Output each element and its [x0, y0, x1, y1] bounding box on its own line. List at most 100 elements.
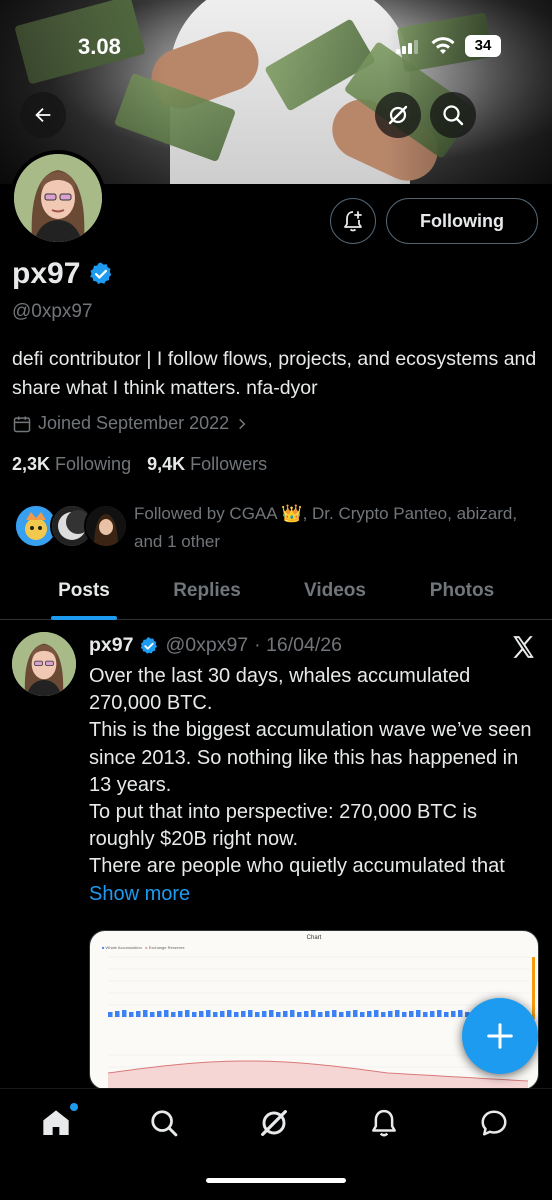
chart-bar — [234, 1012, 239, 1017]
verified-badge-icon[interactable] — [88, 261, 114, 287]
battery-indicator: 34 — [465, 35, 501, 57]
follower-avatar — [84, 504, 128, 548]
followers-count: 9,4K — [147, 454, 186, 474]
chart-bar — [374, 1010, 379, 1017]
chart-bar — [458, 1010, 463, 1017]
search-icon — [151, 1110, 178, 1137]
following-button[interactable]: Following — [386, 198, 538, 244]
nav-messages[interactable] — [474, 1103, 514, 1143]
chart-bar — [395, 1010, 400, 1017]
chart-bar — [164, 1010, 169, 1017]
verified-badge-icon — [141, 636, 158, 654]
back-button[interactable] — [20, 92, 66, 138]
post-header: px97 @0xpx97 · 16/04/26 — [89, 634, 342, 657]
chart-bar — [192, 1012, 197, 1017]
bell-icon — [372, 1109, 396, 1137]
nav-search[interactable] — [144, 1103, 184, 1143]
follow-stats: 2,3K Following 9,4K Followers — [12, 454, 267, 475]
chart-bar — [150, 1012, 155, 1017]
chart-bar — [451, 1011, 456, 1017]
chart-bar — [157, 1011, 162, 1017]
grok-button[interactable] — [375, 92, 421, 138]
post-author-name[interactable]: px97 — [89, 634, 133, 657]
chart-bar — [367, 1011, 372, 1017]
chart-bar — [185, 1010, 190, 1017]
arrow-left-icon — [35, 107, 51, 123]
joined-date-row[interactable]: Joined September 2022 — [12, 413, 249, 434]
calendar-icon — [13, 416, 31, 432]
chart-bar — [423, 1012, 428, 1017]
chart-bar — [304, 1011, 309, 1017]
profile-bio: defi contributor | I follow flows, proje… — [12, 348, 537, 399]
post-line: This is the biggest accumulation wave we… — [89, 719, 532, 796]
chart-bar — [115, 1011, 120, 1017]
chart-bar — [108, 1012, 113, 1017]
chart-bar — [283, 1011, 288, 1017]
avatar-illustration — [14, 154, 102, 242]
chart-bar — [360, 1012, 365, 1017]
chart-bar — [136, 1011, 141, 1017]
following-label: Following — [55, 454, 132, 474]
search-icon — [443, 105, 464, 126]
chart-bar — [290, 1010, 295, 1017]
following-stat[interactable]: 2,3K Following — [12, 454, 131, 475]
chart-bar — [262, 1011, 267, 1017]
search-button[interactable] — [430, 92, 476, 138]
tab-photos[interactable]: Photos — [416, 568, 508, 620]
x-logo-icon[interactable] — [510, 634, 536, 660]
grok-icon — [261, 1110, 287, 1136]
profile-avatar[interactable] — [10, 150, 106, 246]
chart-bar — [332, 1010, 337, 1017]
notifications-subscribe-button[interactable] — [330, 198, 376, 244]
nav-notifications[interactable] — [364, 1103, 404, 1143]
chart-bar — [381, 1012, 386, 1017]
bell-plus-icon — [344, 211, 362, 232]
show-more-link[interactable]: Show more — [89, 883, 190, 905]
chat-bubble-icon — [481, 1110, 507, 1136]
post-author-avatar[interactable] — [12, 632, 76, 696]
chart-bar — [171, 1012, 176, 1017]
compose-button[interactable] — [462, 998, 538, 1074]
followed-by-row[interactable]: Followed by CGAA 👑, Dr. Crypto Panteo, a… — [12, 500, 542, 552]
chart-bar — [297, 1012, 302, 1017]
nav-grok[interactable] — [254, 1103, 294, 1143]
tab-replies[interactable]: Replies — [160, 568, 254, 620]
chart-bar — [227, 1010, 232, 1017]
followed-by-text: Followed by CGAA 👑, Dr. Crypto Panteo, a… — [134, 504, 518, 551]
tab-videos[interactable]: Videos — [290, 568, 380, 620]
chart-bar — [346, 1011, 351, 1017]
profile-tabs: Posts Replies Videos Photos — [0, 568, 552, 620]
chart-bar — [437, 1010, 442, 1017]
followers-label: Followers — [190, 454, 268, 474]
chart-bar — [122, 1010, 127, 1017]
post-line: Over the last 30 days, whales accumulate… — [89, 665, 471, 715]
chart-bar — [213, 1012, 218, 1017]
chart-bar — [220, 1011, 225, 1017]
post-text[interactable]: Over the last 30 days, whales accumulate… — [89, 663, 539, 908]
chart-bar — [143, 1010, 148, 1017]
chart-bar — [178, 1011, 183, 1017]
nav-home[interactable] — [36, 1103, 78, 1143]
chart-bar — [199, 1011, 204, 1017]
post-line: There are people who quietly accumulated… — [89, 853, 539, 907]
grok-icon — [388, 105, 408, 125]
chart-bar — [353, 1010, 358, 1017]
plus-icon — [487, 1023, 513, 1049]
post-line-text: There are people who quietly accumulated… — [89, 855, 505, 878]
chart-bar — [388, 1011, 393, 1017]
chart-bar — [318, 1012, 323, 1017]
chart-bar — [325, 1011, 330, 1017]
tab-posts[interactable]: Posts — [40, 568, 128, 620]
chart-bar — [269, 1010, 274, 1017]
chart-bar — [416, 1010, 421, 1017]
post-date: · 16/04/26 — [254, 634, 342, 656]
bottom-navigation — [0, 1088, 552, 1200]
chart-bar — [402, 1012, 407, 1017]
chart-bar — [248, 1010, 253, 1017]
post-line: To put that into perspective: 270,000 BT… — [89, 801, 477, 851]
followers-stat[interactable]: 9,4K Followers — [147, 454, 267, 475]
chart-bar — [129, 1012, 134, 1017]
cellular-signal-icon — [396, 40, 420, 54]
chart-bar — [444, 1012, 449, 1017]
wifi-icon — [431, 37, 455, 54]
